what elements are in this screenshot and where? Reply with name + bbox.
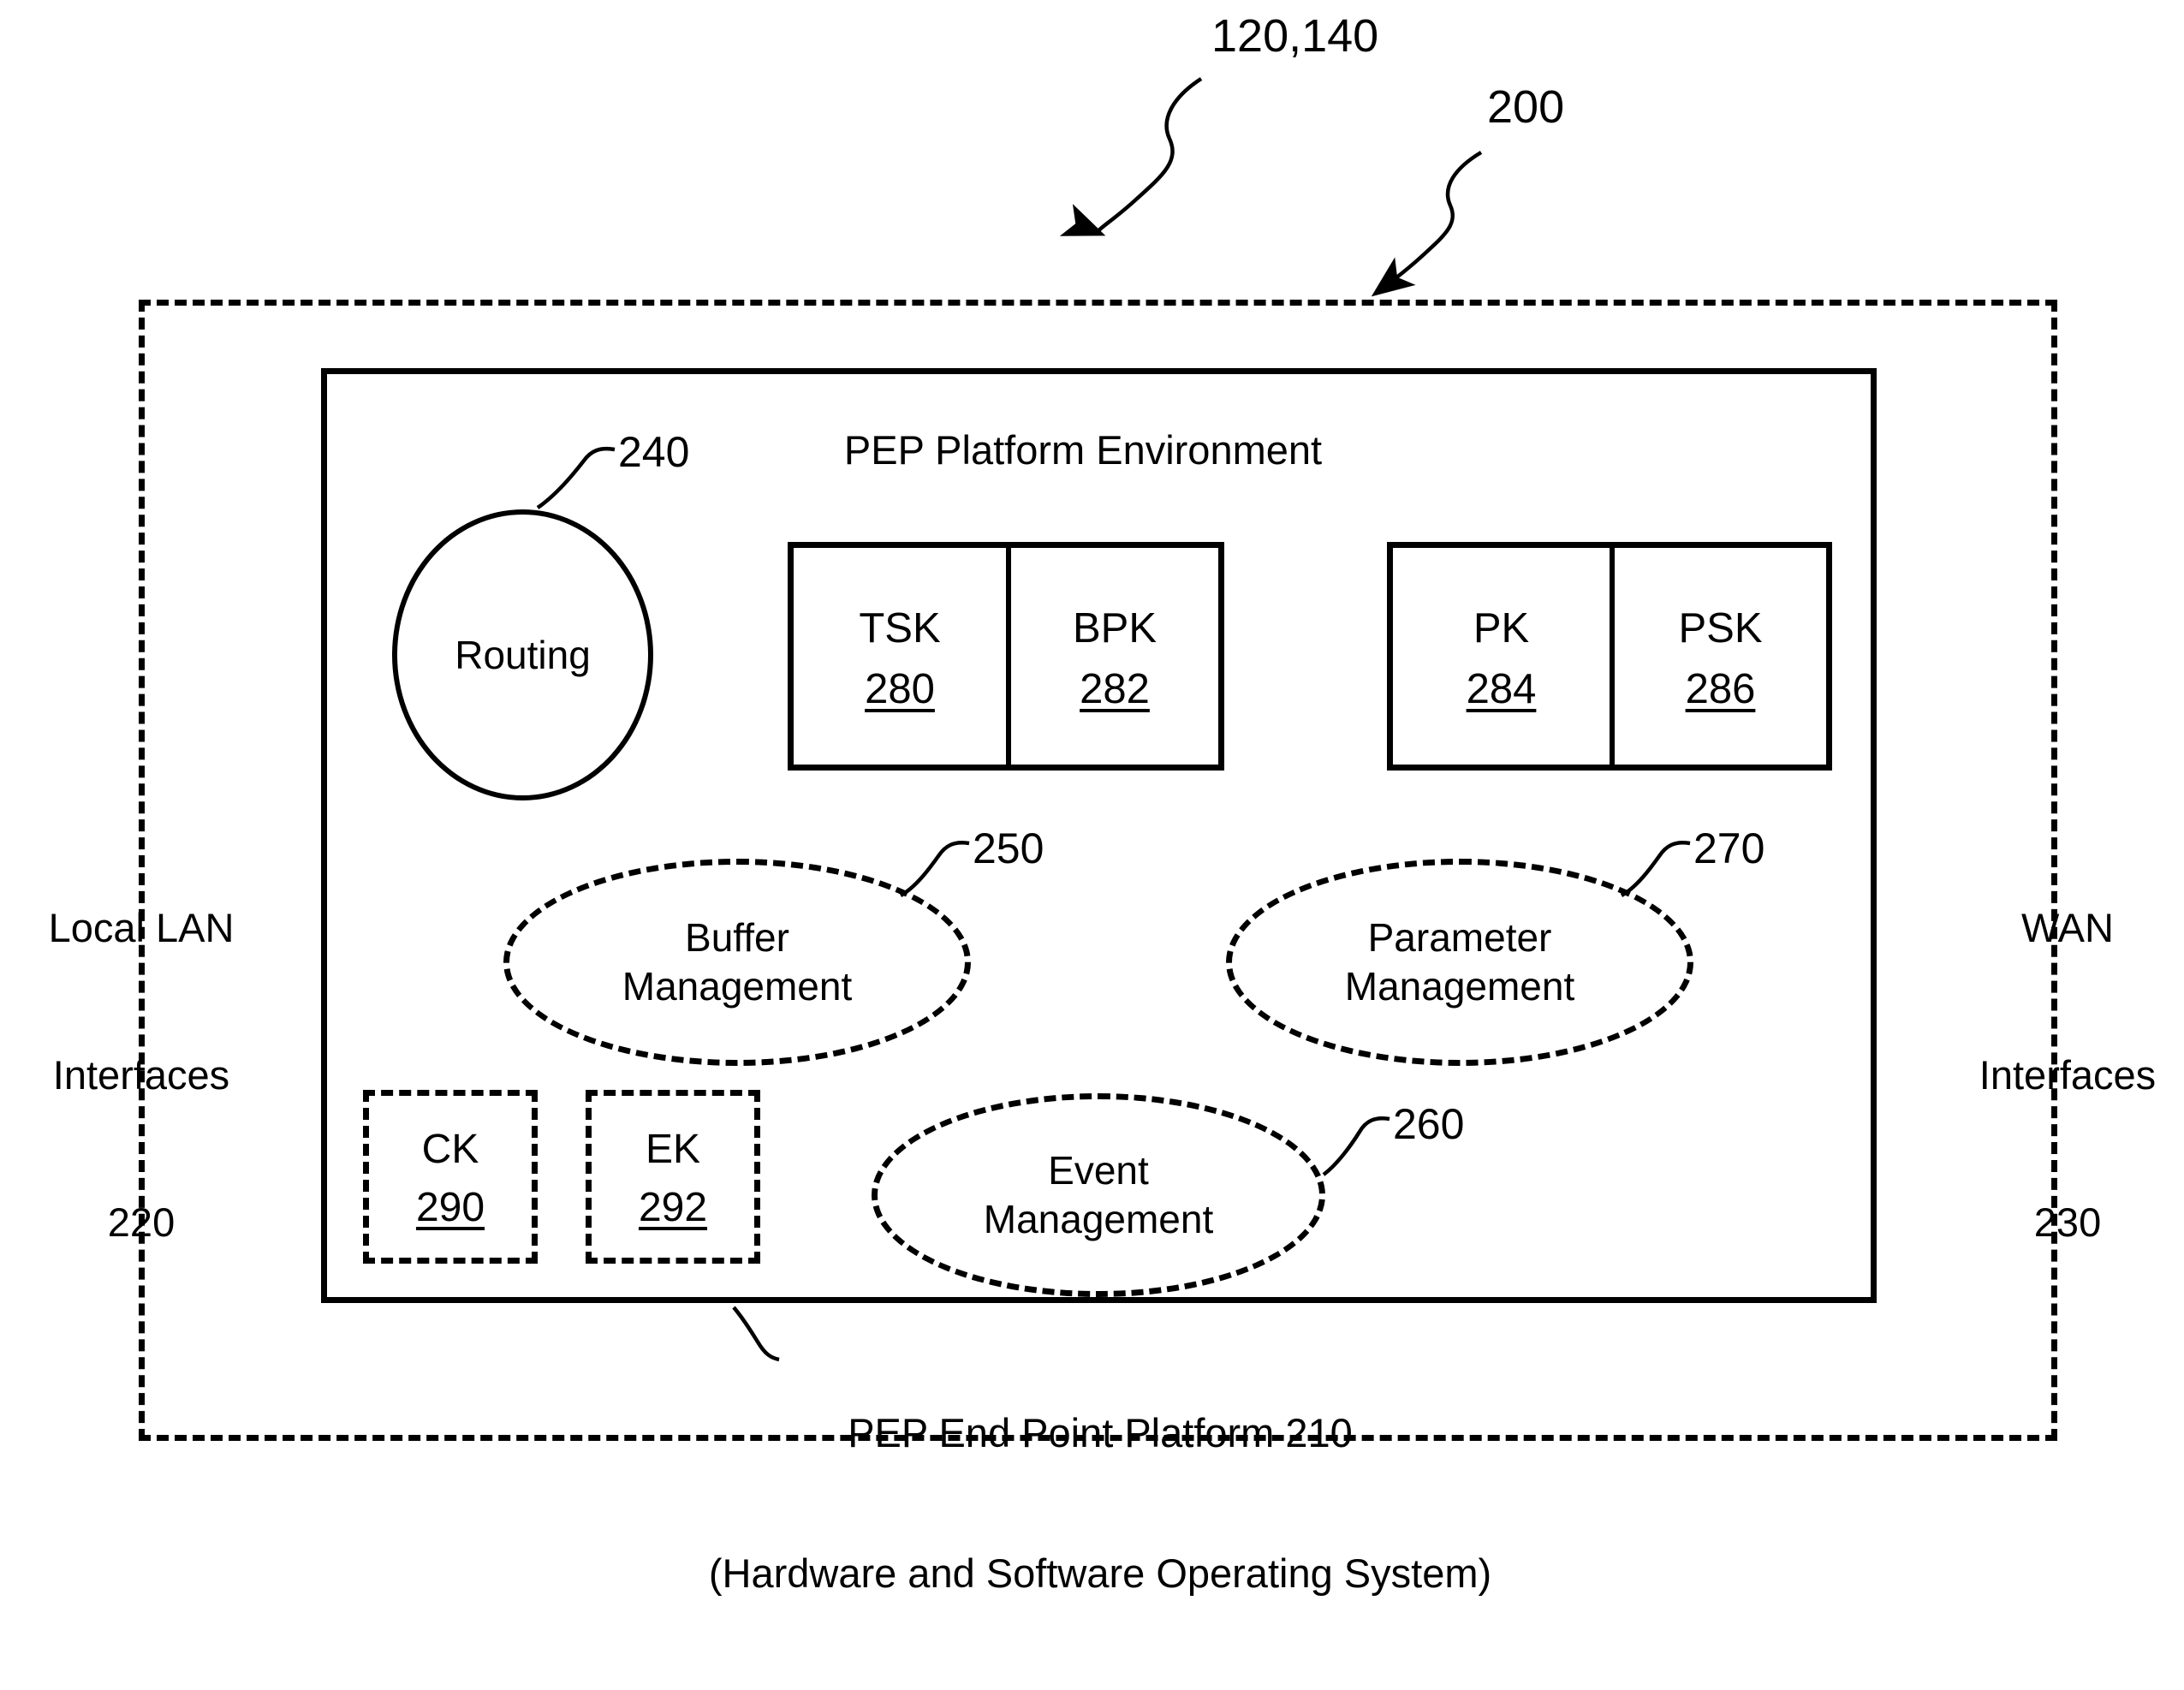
wan-interfaces-label: WAN Interfaces 230 [1979, 805, 2156, 1345]
buffer-management-label: Buffer Management [622, 913, 853, 1011]
key-box-ck: CK 290 [363, 1090, 538, 1264]
parameter-management-line1: Parameter [1367, 914, 1552, 960]
key-box-bpk: BPK 282 [1006, 548, 1218, 765]
figure-canvas: PEP Platform Environment Routing TSK 280… [0, 0, 2184, 1596]
wan-line2: Interfaces [1979, 1051, 2157, 1098]
key-box-ek-number: 292 [638, 1184, 708, 1230]
pep-platform-environment-title: PEP Platform Environment [843, 427, 1323, 473]
local-lan-line3: 220 [107, 1199, 176, 1245]
buffer-management-ellipse: Buffer Management [503, 859, 971, 1066]
key-box-ek: EK 292 [586, 1090, 760, 1264]
reference-numeral-250: 250 [973, 824, 1044, 872]
leader-line-120-140 [1059, 77, 1203, 236]
key-box-tsk-name: TSK [859, 604, 941, 652]
key-box-pk: PK 284 [1393, 548, 1610, 765]
reference-numeral-120-140: 120,140 [1211, 10, 1379, 62]
buffer-management-line1: Buffer [685, 914, 789, 960]
buffer-management-line2: Management [622, 964, 853, 1009]
leader-line-200 [1371, 151, 1483, 297]
parameter-management-label: Parameter Management [1345, 913, 1575, 1011]
wan-line3: 230 [2033, 1199, 2102, 1245]
parameter-management-line2: Management [1344, 964, 1575, 1009]
key-box-tsk-number: 280 [865, 665, 935, 712]
key-box-ek-name: EK [645, 1126, 701, 1172]
reference-numeral-200: 200 [1487, 81, 1565, 133]
event-management-line1: Event [1048, 1147, 1149, 1193]
reference-numeral-260: 260 [1393, 1100, 1465, 1148]
key-box-psk-number: 286 [1685, 665, 1756, 712]
wan-line1: WAN [2021, 904, 2114, 950]
key-box-psk-name: PSK [1678, 604, 1763, 652]
key-box-psk: PSK 286 [1610, 548, 1826, 765]
platform-caption-line1: PEP End Point Platform 210 [848, 1410, 1353, 1456]
key-box-bpk-number: 282 [1080, 665, 1150, 712]
platform-caption-line2: (Hardware and Software Operating System) [708, 1550, 1492, 1596]
platform-caption: PEP End Point Platform 210 (Hardware and… [709, 1317, 1491, 1690]
parameter-management-ellipse: Parameter Management [1226, 859, 1693, 1066]
local-lan-line1: Local LAN [48, 904, 235, 950]
key-group-tsk-bpk: TSK 280 BPK 282 [788, 542, 1224, 771]
key-box-ck-number: 290 [415, 1184, 485, 1230]
reference-numeral-270: 270 [1693, 824, 1765, 872]
routing-label: Routing [455, 633, 591, 677]
key-box-bpk-name: BPK [1072, 604, 1157, 652]
key-box-ck-name: CK [421, 1126, 479, 1172]
key-box-tsk: TSK 280 [794, 548, 1006, 765]
key-group-pk-psk: PK 284 PSK 286 [1387, 542, 1832, 771]
local-lan-line2: Interfaces [52, 1051, 230, 1098]
event-management-line2: Management [983, 1197, 1214, 1241]
reference-numeral-240: 240 [618, 428, 690, 476]
event-management-label: Event Management [984, 1146, 1214, 1244]
routing-ellipse: Routing [392, 509, 653, 800]
local-lan-interfaces-label: Local LAN Interfaces 220 [49, 805, 235, 1345]
key-box-pk-number: 284 [1466, 665, 1537, 712]
key-box-pk-name: PK [1473, 604, 1530, 652]
event-management-ellipse: Event Management [872, 1093, 1325, 1297]
